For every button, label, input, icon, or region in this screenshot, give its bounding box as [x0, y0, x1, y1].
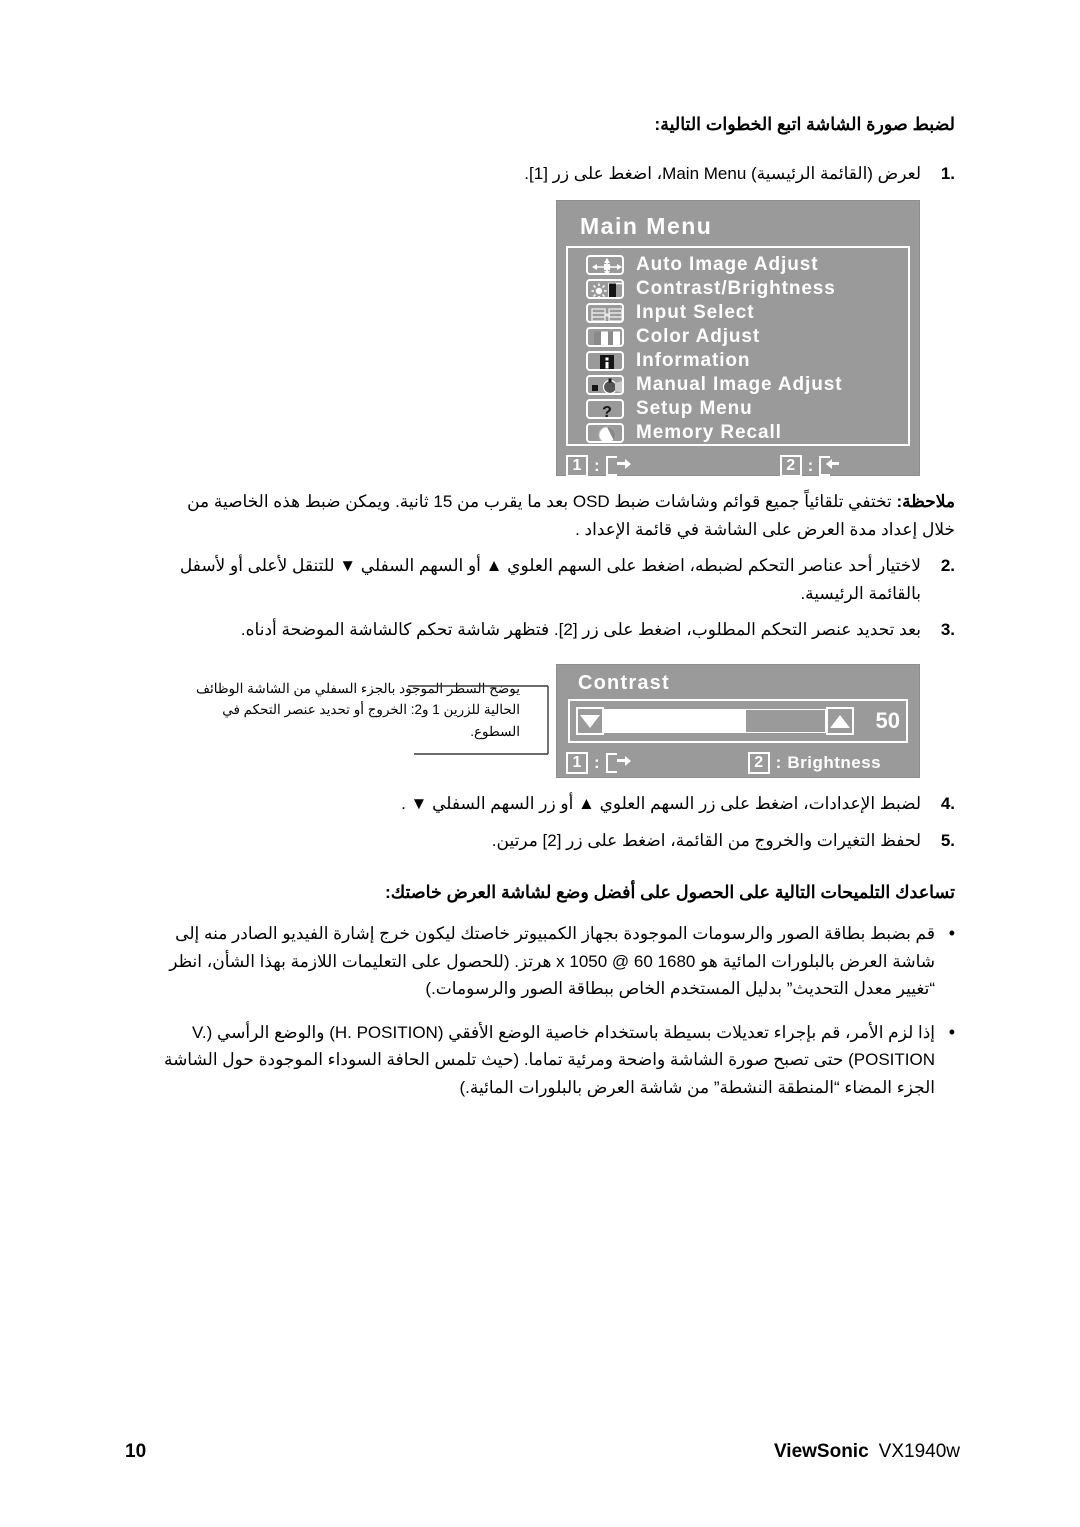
list-item: 3. بعد تحديد عنصر التحكم المطلوب، اضغط ع…	[150, 616, 955, 644]
menu-item-input-select[interactable]: Input Select	[576, 301, 902, 325]
menu-item-label: Manual Image Adjust	[636, 374, 843, 395]
page: لضبط صورة الشاشة اتبع الخطوات التالية: 1…	[0, 0, 1080, 1527]
note-label: ملاحظة:	[896, 492, 955, 511]
menu-item-label: Memory Recall	[636, 422, 782, 443]
osd-footer-key2: 2 : Brightness	[747, 752, 882, 774]
menu-item-label: Information	[636, 350, 751, 371]
step-text: لاختيار أحد عناصر التحكم لضبطه، اضغط على…	[179, 556, 921, 603]
manual-image-adjust-icon	[586, 375, 624, 395]
contrast-brightness-icon	[586, 279, 624, 299]
menu-item-label: Color Adjust	[636, 326, 761, 347]
footer-brand: ViewSonic VX1940w	[774, 1441, 960, 1463]
menu-item-setup-menu[interactable]: ? Setup Menu	[576, 397, 902, 421]
osd-footer-key1: 1 :	[566, 455, 631, 477]
list-item: 4. لضبط الإعدادات، اضغط على زر السهم الع…	[150, 790, 955, 818]
step-number: 1.	[940, 164, 955, 183]
step-text: بعد تحديد عنصر التحكم المطلوب، اضغط على …	[240, 620, 921, 640]
osd-footer: 1 : 2 : Brightness	[566, 750, 910, 776]
contrast-value: 50	[875, 708, 900, 733]
triangle-down-icon	[580, 714, 600, 728]
step-number: 4.	[940, 794, 955, 813]
information-icon	[586, 351, 624, 371]
svg-text:?: ?	[602, 404, 612, 419]
note-text: تختفي تلقائياً جميع قوائم وشاشات ضبط OSD…	[187, 492, 955, 539]
callout-leader-line	[408, 685, 549, 755]
step-text: لضبط الإعدادات، اضغط على زر السهم العلوي…	[401, 794, 921, 813]
contrast-slider[interactable]: 50	[568, 699, 908, 743]
key-1-box: 1	[566, 752, 588, 774]
contrast-osd-graphic: Contrast 50 1 : 2 : Brightness	[556, 664, 920, 778]
osd-menu-list: Auto Image Adjust Contrast/Brightness In…	[566, 246, 910, 446]
list-item: إذا لزم الأمر، قم بإجراء تعديلات بسيطة ب…	[150, 1018, 955, 1102]
page-number: 10	[125, 1441, 147, 1462]
memory-recall-icon	[586, 423, 624, 443]
brand-name: ViewSonic	[773, 1441, 869, 1462]
steps-list-middle: 2. لاختيار أحد عناصر التحكم لضبطه، اضغط …	[150, 552, 955, 653]
setup-menu-icon: ?	[586, 399, 624, 419]
enter-icon	[819, 456, 841, 476]
model-name: VX1940w	[878, 1441, 960, 1462]
main-menu-osd-graphic: Main Menu Auto Image Adjust Contrast/Bri…	[556, 200, 920, 479]
slider-fill	[605, 710, 746, 732]
osd-footer-key1: 1 :	[566, 752, 631, 774]
menu-item-label: Input Select	[636, 302, 755, 323]
key-2-colon: :	[775, 753, 782, 772]
key-2-box: 2	[747, 752, 770, 774]
menu-item-label: Contrast/Brightness	[636, 278, 836, 299]
slider-track[interactable]	[604, 709, 826, 733]
menu-item-information[interactable]: Information	[576, 349, 902, 373]
key-2-label: Brightness	[787, 753, 882, 772]
menu-item-auto-image-adjust[interactable]: Auto Image Adjust	[576, 253, 902, 277]
steps-list-top: 1. لعرض (القائمة الرئيسية) Main Menu، اض…	[155, 160, 955, 197]
list-item: 5. لحفظ التغيرات والخروج من القائمة، اضغ…	[150, 827, 955, 855]
menu-item-contrast-brightness[interactable]: Contrast/Brightness	[576, 277, 902, 301]
key-2-box: 2	[779, 455, 802, 477]
osd-footer: 1 : 2 :	[566, 453, 910, 479]
step-text: لعرض (القائمة الرئيسية) Main Menu، اضغط …	[524, 164, 921, 183]
increase-button[interactable]	[826, 707, 854, 735]
key-1-colon: :	[594, 753, 600, 772]
menu-item-label: Auto Image Adjust	[636, 254, 819, 275]
step-number: 2.	[940, 556, 955, 575]
triangle-up-icon	[830, 714, 850, 728]
input-select-icon	[586, 303, 624, 323]
step-number: 3.	[940, 620, 955, 640]
menu-item-manual-image-adjust[interactable]: Manual Image Adjust	[576, 373, 902, 397]
tips-list: قم بضبط بطاقة الصور والرسومات الموجودة ب…	[150, 919, 955, 1117]
list-item: 2. لاختيار أحد عناصر التحكم لضبطه، اضغط …	[150, 552, 955, 607]
page-heading: لضبط صورة الشاشة اتبع الخطوات التالية:	[654, 114, 955, 134]
key-2-colon: :	[807, 456, 814, 475]
exit-icon	[605, 456, 631, 476]
osd-title: Main Menu	[580, 213, 713, 239]
color-adjust-icon	[586, 327, 624, 347]
slider-remainder	[745, 710, 825, 732]
tips-heading: تساعدك التلميحات التالية على الحصول على …	[384, 882, 955, 902]
note-paragraph: ملاحظة: تختفي تلقائياً جميع قوائم وشاشات…	[150, 488, 955, 543]
auto-image-adjust-icon	[586, 255, 624, 275]
step-text: لحفظ التغيرات والخروج من القائمة، اضغط ع…	[491, 830, 921, 850]
list-item: قم بضبط بطاقة الصور والرسومات الموجودة ب…	[150, 919, 955, 1003]
exit-icon	[605, 753, 631, 773]
menu-item-label: Setup Menu	[636, 398, 753, 419]
decrease-button[interactable]	[576, 707, 604, 735]
steps-list-bottom: 4. لضبط الإعدادات، اضغط على زر السهم الع…	[150, 790, 955, 863]
list-item: 1. لعرض (القائمة الرئيسية) Main Menu، اض…	[155, 160, 955, 188]
key-1-box: 1	[566, 455, 588, 477]
menu-item-memory-recall[interactable]: Memory Recall	[576, 421, 902, 445]
osd-title: Contrast	[578, 672, 670, 694]
osd-footer-key2: 2 :	[779, 455, 842, 477]
key-1-colon: :	[594, 456, 600, 475]
menu-item-color-adjust[interactable]: Color Adjust	[576, 325, 902, 349]
step-number: 5.	[940, 830, 955, 850]
